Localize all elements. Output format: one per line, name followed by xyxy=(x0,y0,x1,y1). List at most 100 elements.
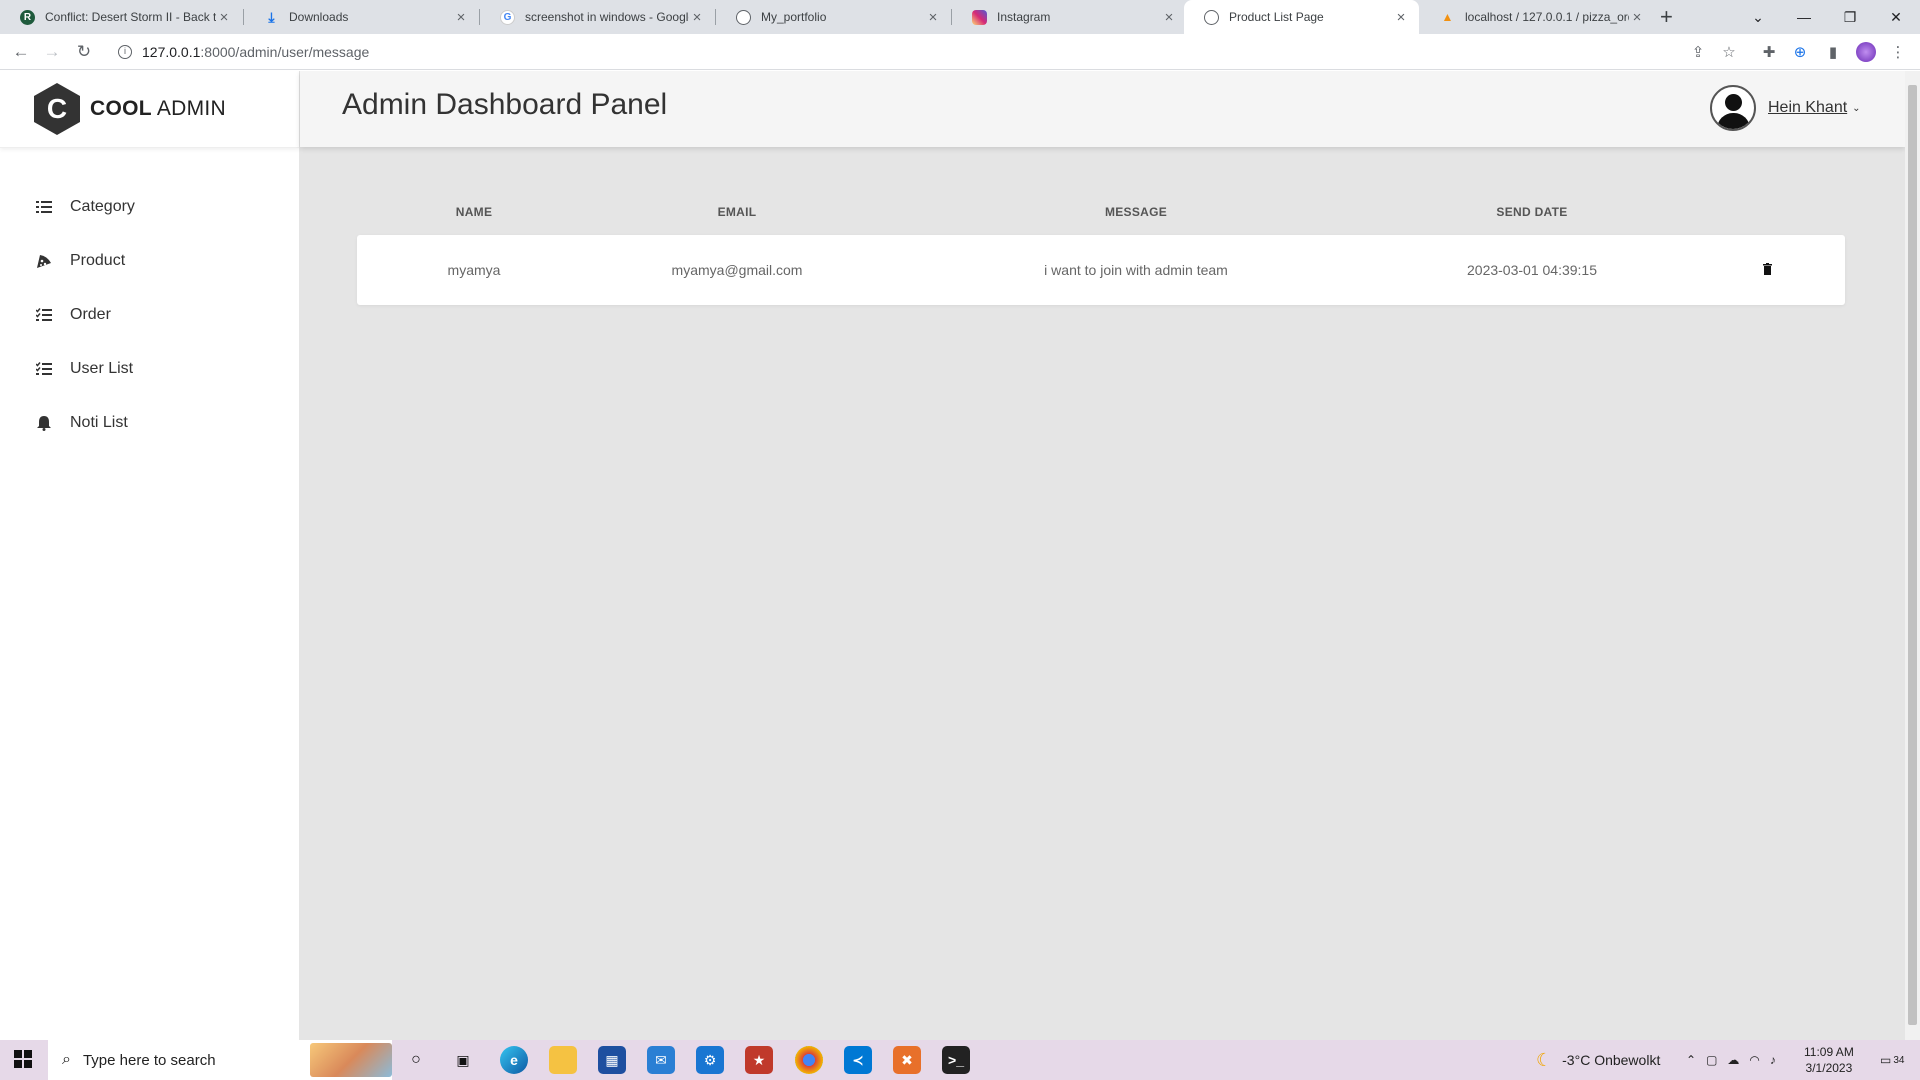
tab-search-icon[interactable]: ⌄ xyxy=(1735,0,1781,34)
volume-icon[interactable]: ♪ xyxy=(1770,1053,1776,1067)
minimize-button[interactable]: — xyxy=(1781,0,1827,34)
bookmark-star-icon[interactable]: ☆ xyxy=(1719,42,1739,62)
cortana-icon[interactable]: ○ xyxy=(402,1046,430,1074)
sidebar: C COOL ADMIN Category Product Order User… xyxy=(0,71,300,1040)
close-icon[interactable]: × xyxy=(925,9,941,26)
url-path: :8000/admin/user/message xyxy=(200,44,370,60)
settings-icon[interactable]: ⚙ xyxy=(696,1046,724,1074)
side-panel-icon[interactable]: ▮ xyxy=(1823,42,1843,62)
sidebar-item-product[interactable]: Product xyxy=(0,234,299,288)
browser-tab-strip: R Conflict: Desert Storm II - Back t × ⤓… xyxy=(0,0,1920,34)
close-icon[interactable]: × xyxy=(453,9,469,26)
download-icon: ⤓ xyxy=(268,8,275,25)
google-icon: G xyxy=(500,9,515,25)
game-icon: R xyxy=(20,9,35,25)
trash-icon[interactable] xyxy=(1763,262,1772,275)
mail-icon[interactable]: ✉ xyxy=(647,1046,675,1074)
onedrive-icon[interactable]: ☁ xyxy=(1727,1053,1739,1067)
notification-center[interactable]: ▭ 34 xyxy=(1880,1040,1904,1080)
sidebar-item-label: Category xyxy=(70,198,135,215)
instagram-icon xyxy=(972,9,987,25)
sidebar-item-order[interactable]: Order xyxy=(0,288,299,342)
cell-name: myamya xyxy=(447,262,501,278)
task-view-icon[interactable]: ▣ xyxy=(449,1046,477,1074)
search-icon: ⌕ xyxy=(62,1051,71,1068)
top-header: Admin Dashboard Panel Hein Khant ⌄ xyxy=(300,71,1905,147)
tab-title: localhost / 127.0.0.1 / pizza_ord xyxy=(1465,10,1629,24)
tray-icons[interactable]: ⌃ ▢ ☁ ◠ ♪ xyxy=(1686,1040,1776,1080)
back-icon[interactable]: ← xyxy=(9,40,33,64)
file-explorer-icon[interactable] xyxy=(549,1046,577,1074)
windows-taskbar: ⌕ Type here to search ○ ▣ e ▦ ✉ ⚙ ★ ≺ ✖ … xyxy=(0,1040,1920,1080)
tab-title: Product List Page xyxy=(1229,10,1324,24)
url-field[interactable]: i 127.0.0.1:8000/admin/user/message xyxy=(108,39,1728,65)
chrome-icon[interactable] xyxy=(795,1046,823,1074)
tab-title: My_portfolio xyxy=(761,10,827,24)
store-icon[interactable]: ▦ xyxy=(598,1046,626,1074)
browser-tab[interactable]: ▲ localhost / 127.0.0.1 / pizza_ord × xyxy=(1420,0,1655,34)
close-icon[interactable]: × xyxy=(1393,9,1409,26)
browser-tab[interactable]: My_portfolio × xyxy=(716,0,951,34)
sidebar-item-category[interactable]: Category xyxy=(0,180,299,234)
sidebar-menu: Category Product Order User List Noti Li… xyxy=(0,180,299,450)
profile-avatar[interactable] xyxy=(1856,42,1876,62)
browser-tab[interactable]: ⤓ Downloads × xyxy=(244,0,479,34)
browser-tab[interactable]: Instagram × xyxy=(952,0,1187,34)
sidebar-item-noti-list[interactable]: Noti List xyxy=(0,396,299,450)
close-icon[interactable]: × xyxy=(689,9,705,26)
forward-icon[interactable]: → xyxy=(40,40,64,64)
notification-icon: ▭ xyxy=(1880,1053,1892,1067)
meet-icon[interactable]: ▢ xyxy=(1706,1053,1717,1067)
page-scrollbar[interactable] xyxy=(1905,71,1920,1040)
chevron-down-icon[interactable]: ⌄ xyxy=(1852,103,1860,114)
column-header-send-date: SEND DATE xyxy=(1496,205,1568,219)
search-highlight-image xyxy=(310,1043,392,1077)
browser-tab[interactable]: G screenshot in windows - Google × xyxy=(480,0,715,34)
extensions-icon[interactable]: ✚ xyxy=(1759,42,1779,62)
close-window-button[interactable]: ✕ xyxy=(1873,0,1919,34)
edge-icon[interactable]: e xyxy=(500,1046,528,1074)
brand-name: COOL ADMIN xyxy=(90,97,227,120)
taskbar-search[interactable]: ⌕ Type here to search xyxy=(48,1040,392,1080)
wifi-icon[interactable]: ◠ xyxy=(1749,1053,1759,1067)
terminal-icon[interactable]: >_ xyxy=(942,1046,970,1074)
close-icon[interactable]: × xyxy=(1629,9,1645,26)
game-icon[interactable]: ★ xyxy=(745,1046,773,1074)
avatar[interactable] xyxy=(1710,85,1756,131)
menu-icon[interactable]: ⋮ xyxy=(1888,42,1908,62)
browser-tab-active[interactable]: Product List Page × xyxy=(1184,0,1419,34)
weather-widget[interactable]: ☾ -3°C Onbewolkt xyxy=(1536,1040,1660,1080)
browser-tab[interactable]: R Conflict: Desert Storm II - Back t × xyxy=(0,0,242,34)
reload-icon[interactable]: ↻ xyxy=(72,40,96,64)
notification-count: 34 xyxy=(1893,1054,1905,1066)
table-row: myamya myamya@gmail.com i want to join w… xyxy=(357,235,1845,305)
user-menu[interactable]: Hein Khant ⌄ xyxy=(1710,85,1861,131)
close-icon[interactable]: × xyxy=(216,9,232,26)
brand-logo[interactable]: C COOL ADMIN xyxy=(0,71,299,148)
sidebar-item-user-list[interactable]: User List xyxy=(0,342,299,396)
tab-title: Instagram xyxy=(997,10,1051,24)
sidebar-item-label: Noti List xyxy=(70,414,128,431)
chevron-up-icon[interactable]: ⌃ xyxy=(1686,1053,1696,1067)
vscode-icon[interactable]: ≺ xyxy=(844,1046,872,1074)
site-info-icon[interactable]: i xyxy=(118,45,132,59)
bell-icon xyxy=(34,413,54,433)
weather-text: -3°C Onbewolkt xyxy=(1562,1052,1661,1068)
url-host: 127.0.0.1 xyxy=(142,44,201,60)
close-icon[interactable]: × xyxy=(1161,9,1177,26)
share-icon[interactable]: ⇪ xyxy=(1688,42,1708,62)
cell-email: myamya@gmail.com xyxy=(671,262,803,278)
download-icon[interactable]: ⊕ xyxy=(1790,42,1810,62)
tab-title: screenshot in windows - Google xyxy=(525,10,689,24)
new-tab-button[interactable]: + xyxy=(1660,4,1673,30)
xampp-icon[interactable]: ✖ xyxy=(893,1046,921,1074)
restore-button[interactable]: ❐ xyxy=(1827,0,1873,34)
cell-message: i want to join with admin team xyxy=(1044,262,1228,278)
windows-start-icon[interactable] xyxy=(14,1050,32,1068)
page-title: Admin Dashboard Panel xyxy=(342,88,668,121)
sidebar-item-label: Order xyxy=(70,306,111,323)
tab-title: Downloads xyxy=(289,10,349,24)
clock[interactable]: 11:09 AM 3/1/2023 xyxy=(1804,1044,1854,1076)
address-bar-row: ← → ↻ i 127.0.0.1:8000/admin/user/messag… xyxy=(0,34,1920,70)
user-name[interactable]: Hein Khant xyxy=(1768,99,1847,117)
